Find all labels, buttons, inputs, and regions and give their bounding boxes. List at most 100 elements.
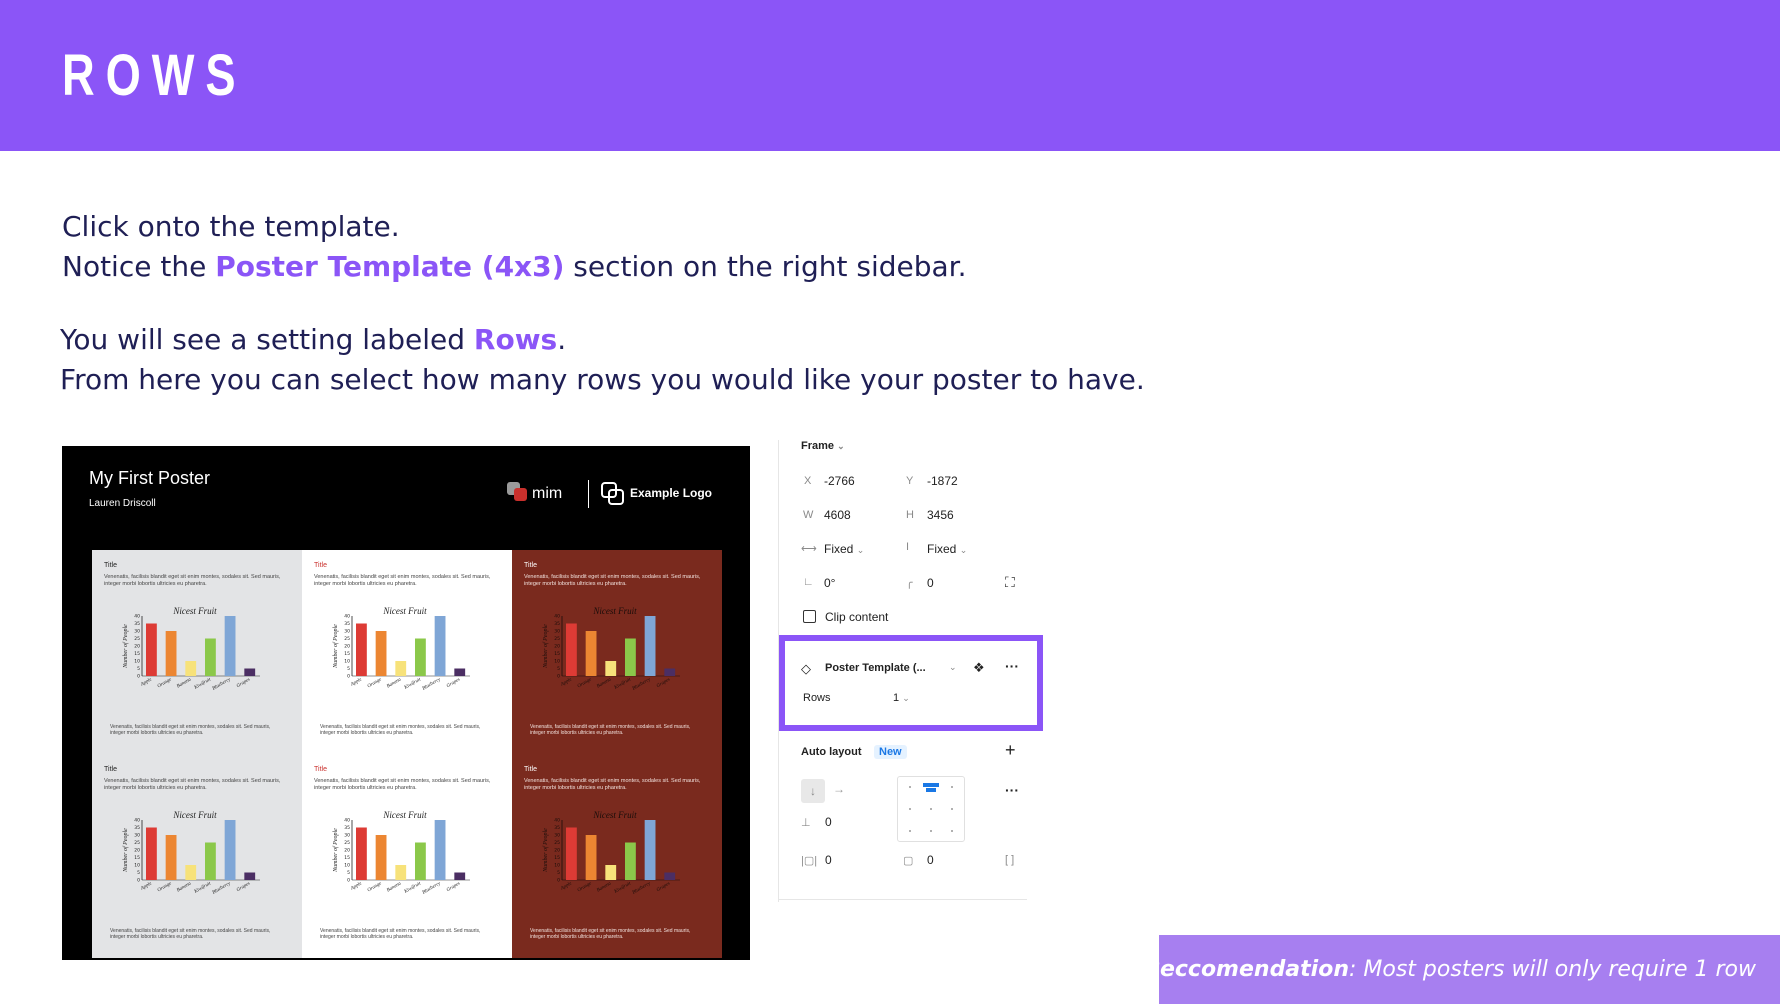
frame-label[interactable]: Frame ⌄ — [801, 440, 845, 452]
x-tick-label: Blueberry — [212, 881, 232, 896]
height-mode-select[interactable]: Fixed ⌄ — [927, 542, 967, 556]
clip-content-checkbox[interactable] — [803, 610, 816, 623]
cell-title: Title — [314, 562, 327, 569]
bar-grapes — [244, 668, 256, 676]
rotation-field[interactable]: 0° — [824, 576, 835, 590]
y-tick-label: 35 — [344, 825, 350, 831]
y-tick-label: 35 — [554, 621, 560, 627]
bar-kiwifruit — [205, 638, 216, 676]
w-label: W — [803, 509, 814, 521]
y-tick-label: 35 — [134, 621, 140, 627]
y-axis-label: Number of People — [332, 624, 339, 669]
corner-radius-icon: ╭ — [906, 577, 913, 589]
x-tick-label: Orange — [367, 881, 383, 893]
independent-corners-icon[interactable]: ⛶ — [1005, 574, 1015, 591]
individual-padding-icon[interactable]: [ ] — [1005, 854, 1014, 866]
y-label: Y — [906, 475, 914, 487]
y-field[interactable]: -1872 — [927, 474, 958, 488]
instruction-text: Notice the — [62, 250, 216, 283]
y-tick-label: 0 — [557, 674, 560, 680]
recommendation-text: Reccomendation: Most posters will only r… — [1144, 957, 1756, 982]
cell-footer: Venenatis, facilisis blandit eget sit en… — [530, 724, 691, 736]
poster-cell[interactable]: Title Venenatis, facilisis blandit eget s… — [92, 754, 302, 958]
poster-cell[interactable]: Title Venenatis, facilisis blandit eget s… — [92, 550, 302, 754]
recommendation-body: : Most posters will only require 1 row — [1349, 957, 1756, 982]
cell-title: Title — [524, 562, 537, 569]
x-tick-label: Orange — [577, 881, 593, 893]
y-tick-label: 15 — [554, 855, 560, 861]
y-tick-label: 25 — [554, 636, 560, 642]
gap-icon: ⊥ — [801, 817, 811, 829]
bar-kiwifruit — [415, 842, 426, 880]
y-axis-label: Number of People — [542, 828, 549, 873]
bar-blueberry — [224, 616, 236, 676]
y-tick-label: 35 — [554, 825, 560, 831]
frame-label-text: Frame — [801, 440, 835, 452]
y-axis-label: Number of People — [542, 624, 549, 669]
cell-footer: Venenatis, facilisis blandit eget sit en… — [320, 928, 481, 940]
x-tick-label: Orange — [157, 881, 173, 893]
w-field[interactable]: 4608 — [824, 508, 851, 522]
mim-logo: mim — [507, 482, 562, 502]
gap-field[interactable]: 0 — [825, 815, 832, 829]
horizontal-padding-field[interactable]: 0 — [825, 853, 832, 867]
vertical-direction-icon[interactable]: ↓ — [801, 779, 825, 803]
horizontal-direction-icon[interactable]: → — [833, 782, 845, 796]
horizontal-padding-icon: |▢| — [801, 855, 818, 867]
auto-layout-more-icon[interactable]: ··· — [1005, 782, 1019, 798]
chart-title: Nicest Fruit — [592, 606, 637, 616]
vertical-padding-field[interactable]: 0 — [927, 853, 934, 867]
radius-field[interactable]: 0 — [927, 576, 934, 590]
horizontal-resize-icon: ⟷ — [801, 543, 817, 555]
x-tick-label: Banana — [386, 881, 402, 893]
y-tick-label: 10 — [344, 659, 350, 665]
poster-cell[interactable]: Title Venenatis, facilisis blandit eget s… — [512, 550, 722, 754]
x-tick-label: Orange — [157, 677, 173, 689]
poster-cell[interactable]: Title Venenatis, facilisis blandit eget s… — [302, 550, 512, 754]
chart-title: Nicest Fruit — [592, 810, 637, 820]
y-tick-label: 20 — [344, 848, 350, 854]
add-auto-layout-icon[interactable]: + — [1005, 740, 1016, 761]
alignment-grid[interactable] — [897, 776, 965, 842]
bar-apple — [146, 827, 157, 880]
y-tick-label: 30 — [344, 629, 350, 635]
y-tick-label: 0 — [137, 674, 140, 680]
x-tick-label: Blueberry — [632, 881, 652, 896]
y-tick-label: 10 — [134, 863, 140, 869]
x-field[interactable]: -2766 — [824, 474, 855, 488]
y-tick-label: 25 — [554, 840, 560, 846]
y-tick-label: 5 — [347, 666, 350, 672]
bar-banana — [605, 865, 617, 880]
bar-grapes — [454, 668, 466, 676]
x-tick-label: Apple — [139, 881, 153, 892]
instruction-line-4: From here you can select how many rows y… — [60, 363, 1145, 396]
poster-cell[interactable]: Title Venenatis, facilisis blandit eget s… — [302, 754, 512, 958]
width-mode-text: Fixed — [824, 542, 854, 556]
y-tick-label: 10 — [134, 659, 140, 665]
auto-layout-label: Auto layout — [801, 746, 862, 758]
width-mode-select[interactable]: Fixed ⌄ — [824, 542, 864, 556]
y-tick-label: 0 — [557, 878, 560, 884]
y-tick-label: 30 — [134, 629, 140, 635]
h-field[interactable]: 3456 — [927, 508, 954, 522]
bar-chart: Nicest Fruit Number of People 0 510 1520 2530… — [542, 810, 680, 896]
y-tick-label: 20 — [344, 644, 350, 650]
bar-chart: Nicest Fruit Number of People 0 510 1520 2530… — [122, 606, 260, 692]
bar-blueberry — [434, 820, 446, 880]
new-badge: New — [874, 745, 907, 759]
x-tick-label: Apple — [559, 677, 573, 688]
y-tick-label: 40 — [554, 818, 560, 824]
y-tick-label: 15 — [344, 855, 350, 861]
bar-orange — [165, 835, 177, 880]
x-tick-label: Grapes — [446, 881, 461, 893]
poster-preview[interactable]: My First Poster Lauren Driscoll mim Exam… — [62, 446, 750, 960]
y-tick-label: 30 — [554, 629, 560, 635]
cell-body: Venenatis, facilisis blandit eget sit en… — [524, 778, 701, 791]
poster-cell[interactable]: Title Venenatis, facilisis blandit eget s… — [512, 754, 722, 958]
bar-kiwifruit — [415, 638, 426, 676]
x-tick-label: Kiwifruit — [403, 881, 423, 895]
x-tick-label: Grapes — [236, 677, 251, 689]
instruction-line-3: You will see a setting labeled Rows. — [60, 323, 566, 356]
x-tick-label: Orange — [367, 677, 383, 689]
x-label: X — [804, 475, 812, 487]
